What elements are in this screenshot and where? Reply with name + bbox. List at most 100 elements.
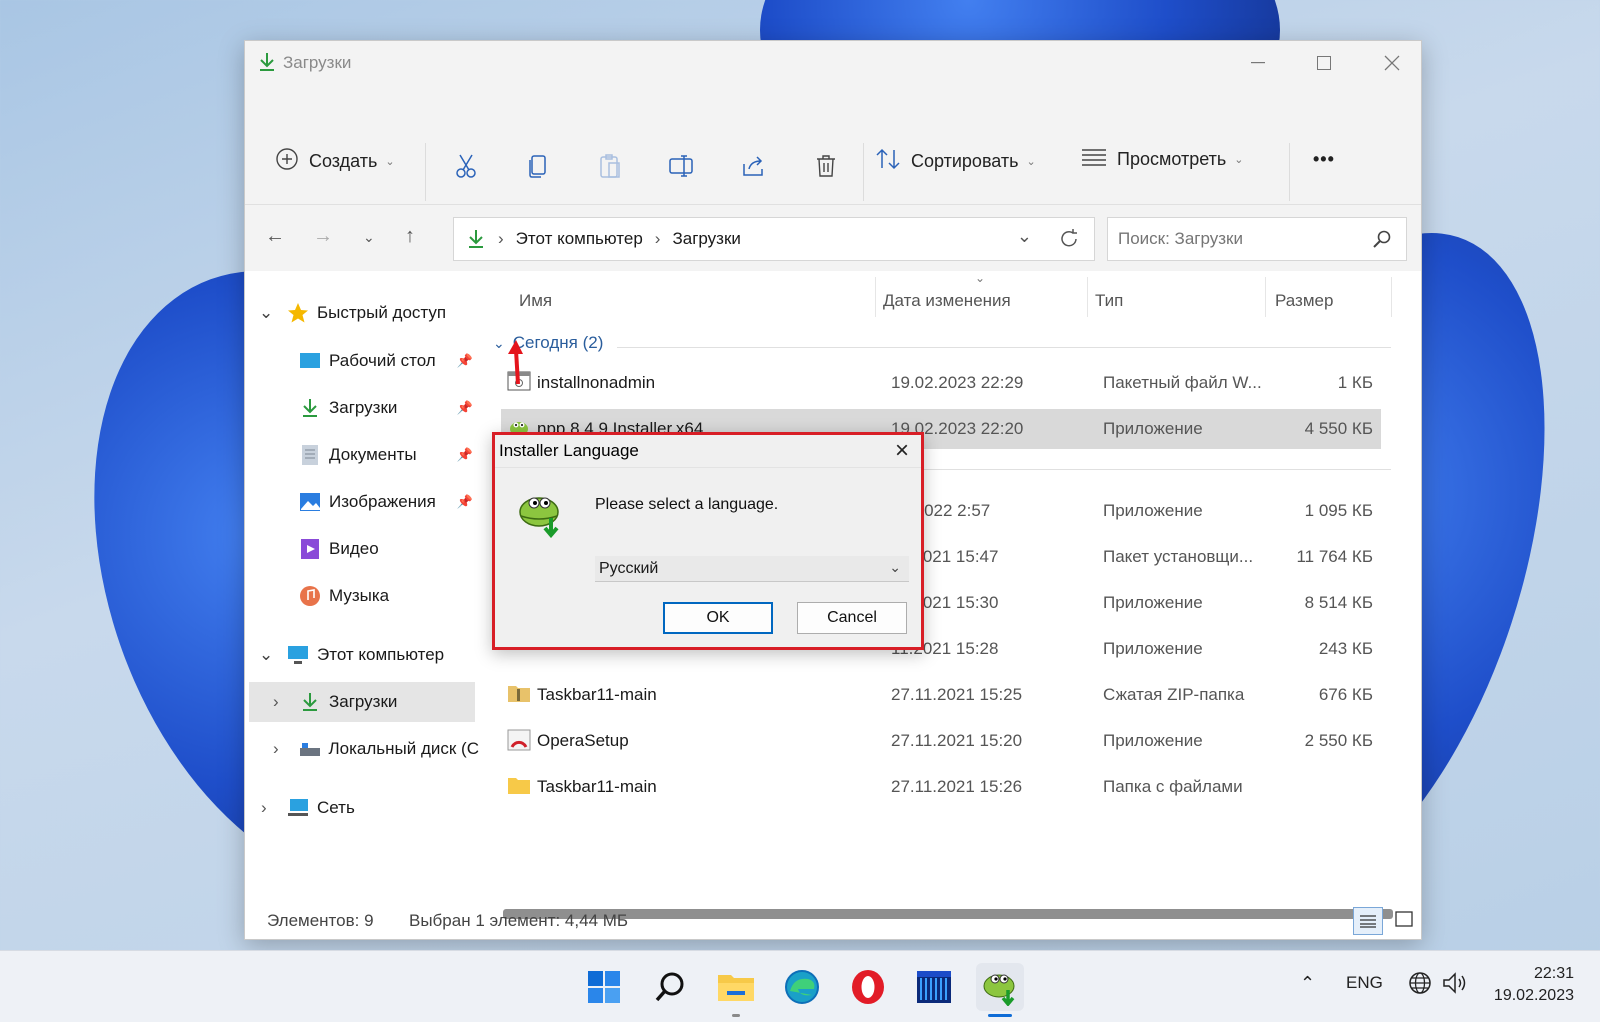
ok-button[interactable]: OK	[663, 602, 773, 634]
show-hidden-icons-chevron-icon[interactable]: ⌃	[1300, 973, 1315, 994]
chevron-right-icon[interactable]: ›	[273, 739, 293, 759]
sidebar-item-local-disk[interactable]: › Локальный диск (С	[245, 729, 479, 769]
cut-icon[interactable]	[451, 151, 481, 181]
ok-label: OK	[706, 609, 730, 626]
create-button[interactable]: Создать ⌄	[275, 147, 395, 176]
sidebar-item-label: Загрузки	[329, 692, 398, 711]
sidebar-item-music[interactable]: Музыка	[245, 576, 479, 616]
file-name: installnonadmin	[537, 373, 656, 392]
refresh-icon[interactable]	[1058, 228, 1080, 255]
file-type: Пакет установщи...	[1103, 547, 1254, 566]
app-manager-taskbar-icon[interactable]	[910, 963, 958, 1011]
file-size: 1 КБ	[1337, 373, 1373, 392]
input-language-indicator[interactable]: ENG	[1346, 973, 1383, 993]
column-header-size[interactable]: Размер	[1275, 291, 1333, 311]
sidebar-item-downloads[interactable]: Загрузки 📌	[245, 388, 479, 428]
details-view-icon[interactable]	[1353, 907, 1383, 935]
column-header-name[interactable]: Имя	[519, 291, 552, 311]
file-type: Приложение	[1103, 593, 1203, 612]
video-icon	[299, 538, 321, 560]
create-label: Создать	[309, 151, 378, 171]
clock[interactable]: 22:31 19.02.2023	[1494, 963, 1574, 1007]
sidebar-item-quick-access[interactable]: ⌄ Быстрый доступ	[245, 293, 479, 333]
file-row[interactable]: OperaSetup 27.11.2021 15:20 Приложение 2…	[501, 721, 1381, 761]
group-label: Сегодня (2)	[512, 333, 604, 352]
address-history-chevron-icon[interactable]: ⌄	[1017, 226, 1032, 247]
sidebar-item-label: Музыка	[329, 586, 390, 605]
sort-button[interactable]: Сортировать ⌄	[875, 147, 1036, 176]
sidebar-item-documents[interactable]: Документы 📌	[245, 435, 479, 475]
breadcrumb-this-pc[interactable]: Этот компьютер	[516, 229, 643, 249]
dialog-message: Please select a language.	[595, 496, 779, 513]
rename-icon[interactable]	[667, 151, 697, 181]
address-bar[interactable]: › Этот компьютер › Загрузки ⌄	[453, 217, 1095, 261]
dialog-close-icon[interactable]: ×	[895, 437, 909, 465]
search-box[interactable]	[1107, 217, 1407, 261]
status-bar: Элементов: 9 Выбран 1 элемент: 4,44 МБ	[245, 903, 1421, 941]
back-arrow-icon[interactable]: ←	[265, 225, 285, 248]
paste-icon[interactable]	[595, 151, 625, 181]
up-arrow-icon[interactable]: ↑	[405, 225, 415, 248]
sort-icon	[875, 147, 901, 176]
cancel-button[interactable]: Cancel	[797, 602, 907, 634]
pin-icon[interactable]: 📌	[457, 494, 473, 510]
pin-icon[interactable]: 📌	[457, 400, 473, 416]
column-header-type[interactable]: Тип	[1095, 291, 1123, 311]
chevron-right-icon[interactable]: ›	[261, 798, 281, 818]
opera-taskbar-icon[interactable]	[844, 963, 892, 1011]
view-list-icon	[1081, 147, 1107, 172]
close-button[interactable]	[1369, 47, 1415, 79]
chevron-down-icon[interactable]: ⌄	[259, 645, 277, 665]
copy-icon[interactable]	[523, 151, 553, 181]
network-globe-icon[interactable]	[1408, 971, 1432, 1000]
share-icon[interactable]	[739, 151, 769, 181]
forward-arrow-icon[interactable]: →	[313, 225, 333, 248]
notepad-installer-taskbar-icon[interactable]	[976, 963, 1024, 1017]
cancel-label: Cancel	[827, 609, 877, 626]
recent-locations-chevron-icon[interactable]: ⌄	[363, 229, 375, 246]
start-button[interactable]	[580, 963, 628, 1011]
chevron-right-icon[interactable]: ›	[273, 692, 293, 712]
sidebar-item-label: Документы	[329, 445, 417, 464]
search-taskbar-icon[interactable]	[646, 963, 694, 1011]
pin-icon[interactable]: 📌	[457, 353, 473, 369]
file-name: OperaSetup	[537, 731, 629, 750]
dialog-title: Installer Language	[499, 441, 639, 460]
sidebar-item-label: Локальный диск (С	[328, 739, 480, 758]
sidebar-item-videos[interactable]: Видео	[245, 529, 479, 569]
delete-icon[interactable]	[811, 151, 841, 181]
sidebar-item-desktop[interactable]: Рабочий стол 📌	[245, 341, 479, 381]
file-row[interactable]: Taskbar11-main 27.11.2021 15:25 Сжатая Z…	[501, 675, 1381, 715]
sort-label: Сортировать	[911, 151, 1019, 171]
file-type: Пакетный файл W...	[1103, 373, 1262, 392]
breadcrumb-downloads[interactable]: Загрузки	[672, 229, 740, 249]
chevron-down-icon[interactable]: ⌄	[259, 303, 277, 323]
file-explorer-taskbar-icon[interactable]	[712, 963, 760, 1017]
command-bar: Создать ⌄ Сортировать ⌄ Просмотреть ⌄ ••…	[245, 85, 1421, 205]
minimize-button[interactable]	[1235, 47, 1281, 79]
pin-icon[interactable]: 📌	[457, 447, 473, 463]
search-icon[interactable]	[1372, 229, 1392, 254]
installer-language-dialog: Installer Language × Please select a lan…	[492, 432, 924, 650]
sidebar-item-pictures[interactable]: Изображения 📌	[245, 482, 479, 522]
dialog-body: Please select a language. Русский ⌄ OK C…	[495, 467, 921, 647]
view-button[interactable]: Просмотреть ⌄	[1081, 147, 1243, 172]
sidebar-item-this-pc[interactable]: ⌄ Этот компьютер	[245, 635, 479, 675]
edge-taskbar-icon[interactable]	[778, 963, 826, 1011]
column-divider	[1265, 277, 1266, 317]
title-bar[interactable]: Загрузки	[245, 41, 1421, 85]
search-input[interactable]	[1118, 218, 1358, 260]
language-select[interactable]: Русский ⌄	[595, 556, 909, 582]
notepad-plus-plus-icon	[515, 488, 565, 543]
volume-icon[interactable]	[1442, 971, 1470, 1000]
sidebar-item-pc-downloads[interactable]: › Загрузки	[249, 682, 475, 722]
maximize-button[interactable]	[1301, 47, 1347, 79]
file-row[interactable]: installnonadmin 19.02.2023 22:29 Пакетны…	[501, 363, 1381, 403]
sidebar-item-network[interactable]: › Сеть	[245, 788, 479, 828]
column-header-date[interactable]: Дата изменения	[883, 291, 1011, 311]
file-size: 4 550 КБ	[1304, 419, 1373, 438]
file-row[interactable]: Taskbar11-main 27.11.2021 15:26 Папка с …	[501, 767, 1381, 807]
tiles-view-icon[interactable]	[1395, 911, 1413, 934]
more-options-button[interactable]: •••	[1313, 149, 1335, 170]
toolbar-divider	[863, 143, 864, 201]
